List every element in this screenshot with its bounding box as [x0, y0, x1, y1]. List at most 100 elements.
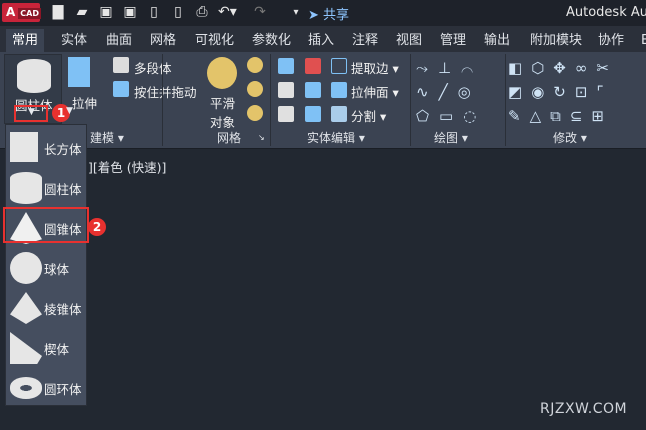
- 3d-move-icon: ◉: [531, 83, 554, 101]
- panel-modeling-label[interactable]: 建模 ▾: [90, 129, 124, 146]
- scale-icon: ⧉: [550, 107, 570, 125]
- fillet-edge-icon[interactable]: [305, 106, 321, 122]
- tab-annotate[interactable]: 注释: [346, 29, 384, 52]
- panel-draw-label[interactable]: 绘图 ▾: [434, 129, 468, 146]
- stretch-icon: ⊡: [574, 83, 597, 101]
- cylinder-icon: [17, 59, 51, 93]
- extrude-faces-icon: [331, 82, 347, 98]
- highlight-box-2: [3, 207, 89, 243]
- new-icon[interactable]: ▇: [50, 4, 66, 21]
- viewport-style-label[interactable]: ][着色 (快速)]: [88, 157, 166, 176]
- slice-button[interactable]: 分割 ▾: [351, 106, 386, 125]
- menu-item-sphere[interactable]: 球体: [6, 248, 86, 288]
- spline-icon: ∿: [416, 83, 439, 101]
- union-icon[interactable]: [278, 58, 294, 74]
- imprint-icon[interactable]: [305, 82, 321, 98]
- logo-letter: A: [6, 5, 16, 19]
- panel-divider: [270, 54, 271, 146]
- watermark: RJZXW.COM: [540, 401, 628, 417]
- ui-element: 平滑: [210, 96, 236, 111]
- ui-element: 实体编辑: [307, 131, 356, 145]
- ui-element: 棱锥体: [44, 302, 82, 317]
- panel-modify-label[interactable]: 修改 ▾: [553, 129, 587, 146]
- tab-express[interactable]: Ex: [635, 29, 646, 52]
- menu-item-torus[interactable]: 圆环体: [6, 368, 86, 408]
- panel-solid-edit-label[interactable]: 实体编辑 ▾: [307, 129, 365, 146]
- interfere-icon[interactable]: [305, 58, 321, 74]
- tab-addins[interactable]: 附加模块: [524, 29, 588, 52]
- tab-surface[interactable]: 曲面: [100, 29, 138, 52]
- ui-element: 楔体: [44, 342, 70, 357]
- logo-sub: CAD: [18, 8, 41, 19]
- move-icon: ✥: [553, 59, 575, 77]
- intersect-icon[interactable]: [278, 106, 294, 122]
- extrude-button[interactable]: 拉伸: [72, 93, 97, 112]
- save-as-icon[interactable]: ▣: [122, 4, 138, 21]
- polygon-icon: ⬠: [416, 107, 440, 125]
- share-label: 共享: [323, 8, 350, 23]
- extract-edges-button[interactable]: 提取边 ▾: [351, 58, 399, 77]
- drawing-canvas[interactable]: [0, 150, 646, 430]
- extrude-dropdown-icon[interactable]: ▼: [66, 106, 73, 116]
- panel-mesh-label[interactable]: 网格: [217, 129, 241, 146]
- tab-parametric[interactable]: 参数化: [246, 29, 297, 52]
- presspull-button[interactable]: 按住并拖动: [134, 82, 197, 101]
- smooth-object-button[interactable]: 平滑 对象: [210, 93, 235, 131]
- 3d-align-icon: △: [529, 107, 551, 125]
- save-icon[interactable]: ▣: [98, 4, 114, 21]
- ui-element: 建模: [90, 131, 115, 145]
- open-from-web-icon[interactable]: ▯: [146, 4, 162, 21]
- mesh-crease-icon[interactable]: [247, 105, 263, 121]
- cylinder-icon: [10, 172, 42, 204]
- extract-edges-icon: [331, 58, 347, 74]
- polysolid-button[interactable]: 多段体: [134, 58, 172, 77]
- sphere-icon: [10, 252, 42, 284]
- undo-icon[interactable]: ↶▾: [218, 4, 237, 21]
- plot-icon[interactable]: ⎙: [194, 4, 210, 21]
- pyramid-icon: [10, 292, 42, 324]
- polyline-icon: ⤳: [416, 59, 439, 77]
- rotate-icon: ↻: [553, 83, 575, 101]
- app-title: Autodesk Aut: [566, 5, 646, 20]
- wedge-icon: [10, 332, 42, 364]
- tab-manage[interactable]: 管理: [434, 29, 472, 52]
- ui-element: 球体: [44, 262, 70, 277]
- tab-mesh[interactable]: 网格: [144, 29, 182, 52]
- menu-item-pyramid[interactable]: 棱锥体: [6, 288, 86, 328]
- ui-element: 绘图: [434, 131, 459, 145]
- mesh-remove-icon[interactable]: [247, 81, 263, 97]
- ui-element: 圆柱体: [44, 182, 82, 197]
- modify-tools-grid[interactable]: ◧⬡✥∞✂ ◩◉↻⊡⌜ ✎△⧉⊆⊞: [508, 56, 618, 128]
- ui-element: 提取边: [351, 61, 389, 76]
- tab-home[interactable]: 常用: [6, 29, 45, 52]
- open-icon[interactable]: ▰: [74, 4, 90, 21]
- tab-view[interactable]: 视图: [390, 29, 428, 52]
- array-icon: ⊞: [591, 107, 613, 125]
- ui-element: 长方体: [44, 142, 82, 157]
- tab-solid[interactable]: 实体: [55, 29, 93, 52]
- menu-item-box[interactable]: 长方体: [6, 128, 86, 168]
- polysolid-icon: [113, 57, 129, 73]
- extrude-faces-button[interactable]: 拉伸面 ▾: [351, 82, 399, 101]
- ui-element: 修改: [553, 131, 578, 145]
- menu-item-wedge[interactable]: 楔体: [6, 328, 86, 368]
- menu-item-cylinder[interactable]: 圆柱体: [6, 168, 86, 208]
- subtract-icon[interactable]: [278, 82, 294, 98]
- presspull-icon: [113, 81, 129, 97]
- smooth-object-icon: [207, 57, 237, 89]
- draw-tools-grid[interactable]: ⤳⊥⌒ ∿╱◎ ⬠▭◌: [416, 56, 486, 128]
- rectangle-icon: ▭: [439, 107, 464, 125]
- panel-launcher-icon[interactable]: ↘: [258, 133, 265, 142]
- mesh-add-icon[interactable]: [247, 57, 263, 73]
- panel-divider: [410, 54, 411, 146]
- tab-insert[interactable]: 插入: [302, 29, 340, 52]
- highlight-box-1: [14, 105, 48, 122]
- tab-output[interactable]: 输出: [478, 29, 516, 52]
- share-button[interactable]: ➤ 共享: [246, 4, 349, 23]
- tab-visualize[interactable]: 可视化: [189, 29, 240, 52]
- tab-collaborate[interactable]: 协作: [592, 29, 630, 52]
- app-logo[interactable]: A CAD: [2, 3, 41, 22]
- circle-icon: ◎: [457, 83, 481, 101]
- save-to-web-icon[interactable]: ▯: [170, 4, 186, 21]
- copy-icon: ∞: [574, 59, 597, 77]
